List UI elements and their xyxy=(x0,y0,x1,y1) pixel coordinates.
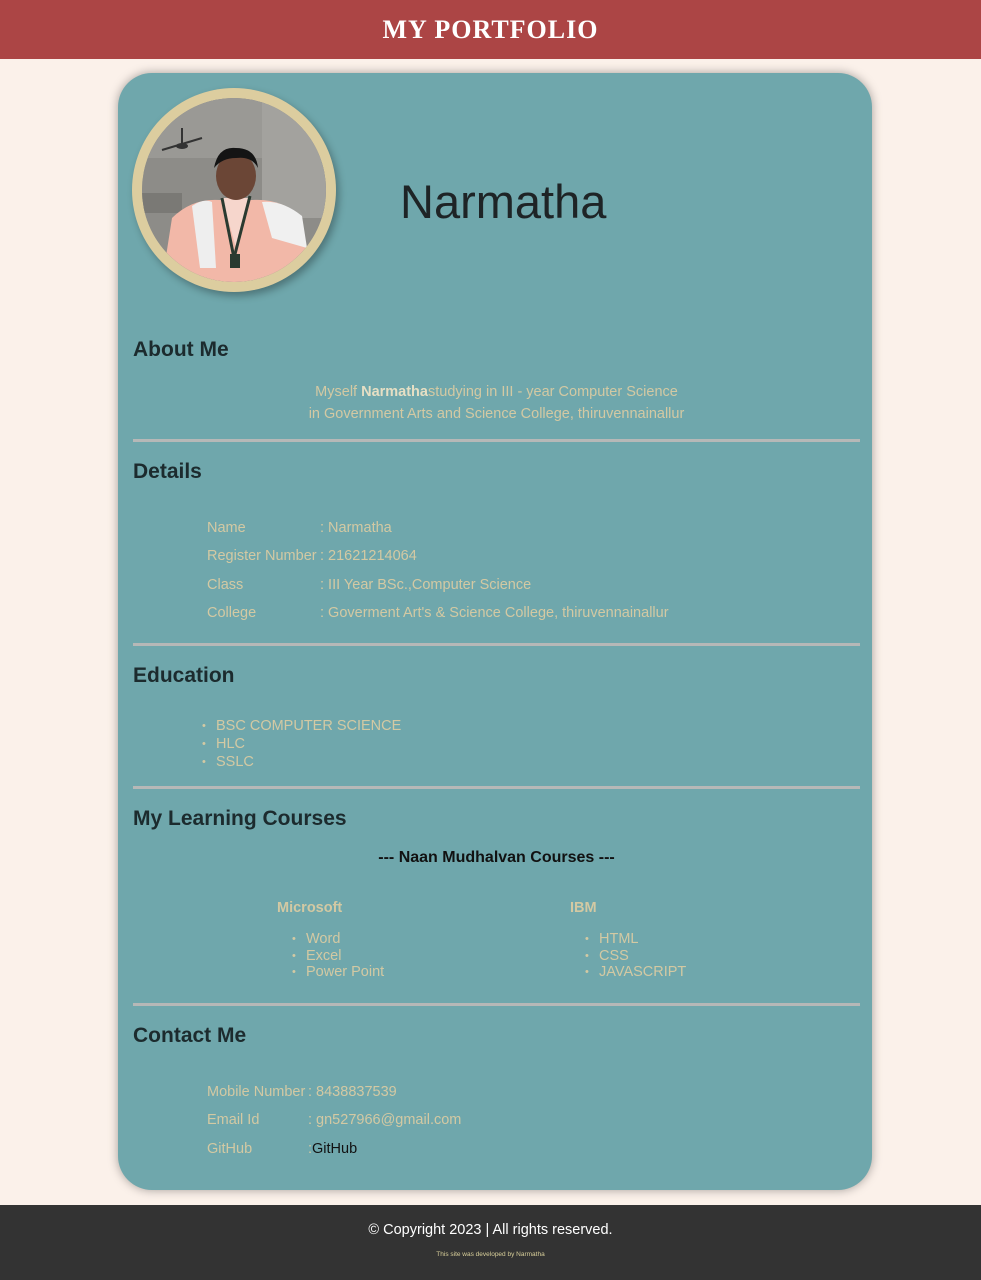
education-list: BSC COMPUTER SCIENCE HLC SSLC xyxy=(202,717,401,771)
profile-photo xyxy=(142,98,326,282)
profile-photo-image xyxy=(142,98,326,282)
details-row-name: Name : Narmatha xyxy=(207,514,669,542)
details-value: : Narmatha xyxy=(320,520,392,537)
details-label: Name xyxy=(207,520,246,537)
contact-table: Mobile Number : 8438837539 Email Id : gn… xyxy=(207,1078,461,1163)
details-row-register: Register Number : 21621214064 xyxy=(207,542,669,570)
footer: © Copyright 2023 | All rights reserved. … xyxy=(0,1205,981,1280)
contact-row-mobile: Mobile Number : 8438837539 xyxy=(207,1078,461,1106)
details-label: Class xyxy=(207,576,244,593)
contact-value: : gn527966@gmail.com xyxy=(308,1112,462,1129)
provider-microsoft: Microsoft xyxy=(277,900,343,916)
contact-row-github: GitHub : GitHub xyxy=(207,1135,461,1163)
portfolio-card: Narmatha About Me Myself Narmathastudyin… xyxy=(118,73,872,1190)
list-item: CSS xyxy=(585,948,686,965)
about-text: Myself Narmathastudying in III - year Co… xyxy=(133,381,860,425)
developer-credit: This site was developed by Narmatha xyxy=(436,1251,545,1258)
details-row-college: College : Goverment Art's & Science Coll… xyxy=(207,599,669,627)
avatar xyxy=(132,88,336,292)
details-value: : Goverment Art's & Science College, thi… xyxy=(320,605,669,622)
list-item: SSLC xyxy=(202,753,401,771)
microsoft-course-list: Word Excel Power Point xyxy=(292,931,384,981)
list-item: Power Point xyxy=(292,964,384,981)
list-item: HLC xyxy=(202,735,401,753)
list-item: JAVASCRIPT xyxy=(585,964,686,981)
ibm-course-list: HTML CSS JAVASCRIPT xyxy=(585,931,686,981)
details-value: : III Year BSc.,Computer Science xyxy=(320,576,532,593)
contact-label: Email Id xyxy=(207,1112,260,1129)
contact-value: : 8438837539 xyxy=(308,1084,397,1101)
site-title: MY PORTFOLIO xyxy=(382,14,599,44)
courses-title: My Learning Courses xyxy=(133,807,347,830)
divider xyxy=(133,1003,860,1006)
details-row-class: Class : III Year BSc.,Computer Science xyxy=(207,571,669,599)
divider xyxy=(133,643,860,646)
about-suffix: studying in III - year Computer Science xyxy=(427,384,678,400)
copyright-text: © Copyright 2023 | All rights reserved. xyxy=(368,1222,613,1238)
github-link[interactable]: GitHub xyxy=(312,1141,357,1157)
divider xyxy=(133,786,860,789)
list-item: Excel xyxy=(292,948,384,965)
list-item: Word xyxy=(292,931,384,948)
contact-label: GitHub xyxy=(207,1140,253,1157)
about-prefix: Myself xyxy=(315,384,362,400)
courses-subtitle: --- Naan Mudhalvan Courses --- xyxy=(378,849,615,866)
about-name: Narmatha xyxy=(361,384,428,400)
contact-label: Mobile Number xyxy=(207,1084,306,1101)
education-title: Education xyxy=(133,664,235,687)
contact-row-email: Email Id : gn527966@gmail.com xyxy=(207,1106,461,1134)
contact-title: Contact Me xyxy=(133,1024,247,1047)
details-value: : 21621214064 xyxy=(320,548,417,565)
details-table: Name : Narmatha Register Number : 216212… xyxy=(207,514,669,627)
list-item: BSC COMPUTER SCIENCE xyxy=(202,717,401,735)
about-title: About Me xyxy=(133,338,229,361)
about-line-2: in Government Arts and Science College, … xyxy=(308,406,685,422)
profile-name: Narmatha xyxy=(400,175,607,228)
header-bar: MY PORTFOLIO xyxy=(0,0,981,59)
about-line-1: Myself Narmathastudying in III - year Co… xyxy=(133,381,860,403)
list-item: HTML xyxy=(585,931,686,948)
details-label: Register Number xyxy=(207,548,317,565)
provider-ibm: IBM xyxy=(570,900,597,916)
details-title: Details xyxy=(133,460,202,483)
divider xyxy=(133,439,860,442)
details-label: College xyxy=(207,605,257,622)
